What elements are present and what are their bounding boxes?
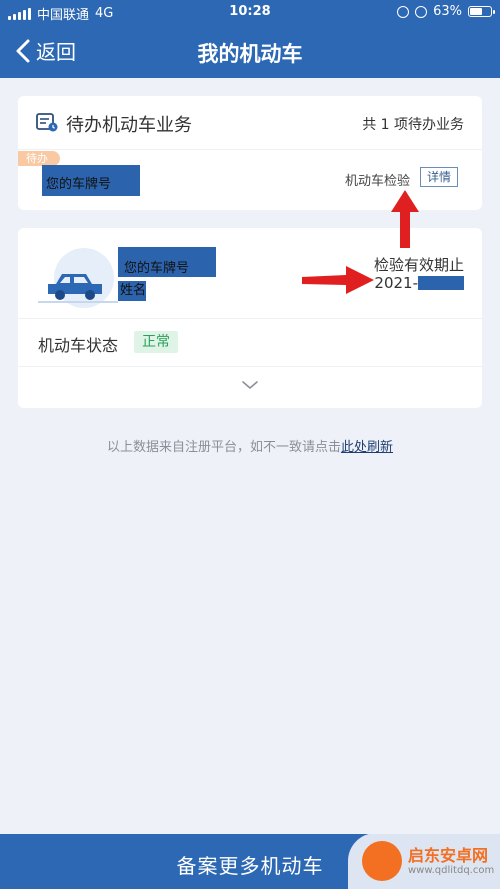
car-icon <box>38 248 118 308</box>
watermark-logo-icon <box>362 841 402 881</box>
orientation-lock-icon <box>397 5 410 18</box>
task-list-icon <box>36 113 58 132</box>
vehicle-status-badge: 正常 <box>134 331 178 353</box>
chevron-down-icon[interactable] <box>240 378 260 392</box>
todo-card-header: 待办机动车业务 共 1 项待办业务 <box>18 96 482 150</box>
owner-name-redacted: 姓名 <box>118 281 146 301</box>
annotation-arrow-up-icon <box>391 190 419 248</box>
valid-date-year: 2021- <box>374 274 418 292</box>
page-title: 我的机动车 <box>197 42 303 66</box>
status-indicators: 63% <box>397 4 495 19</box>
plate-number-redacted: 您的车牌号 <box>118 247 216 277</box>
nav-bar: 返回 我的机动车 <box>0 24 500 78</box>
battery-icon <box>468 6 495 17</box>
vehicle-card[interactable]: 您的车牌号 姓名 检验有效期止 2021- 机动车状态 正常 <box>18 228 482 408</box>
annotation-arrow-right-icon <box>302 266 374 294</box>
todo-count: 共 1 项待办业务 <box>362 117 464 133</box>
pending-badge: 待办 <box>18 151 60 166</box>
redaction-mask <box>418 276 464 290</box>
vehicle-status-label: 机动车状态 <box>38 336 119 355</box>
divider <box>18 318 482 319</box>
watermark-url: www.qdlitdq.com <box>408 865 495 876</box>
refresh-link[interactable]: 此处刷新 <box>341 440 393 455</box>
business-type: 机动车检验 <box>344 174 410 189</box>
divider <box>18 366 482 367</box>
inspection-valid-date: 2021- <box>374 274 464 292</box>
watermark-name: 启东安卓网 <box>408 846 489 865</box>
detail-button[interactable]: 详情 <box>420 167 458 187</box>
plate-number-redacted: 您的车牌号 <box>42 165 140 196</box>
battery-percent: 63% <box>433 4 462 19</box>
alarm-icon <box>415 5 428 18</box>
watermark: 启东安卓网 www.qdlitdq.com <box>348 833 500 889</box>
notice-text: 以上数据来自注册平台，如不一致请点击 <box>106 440 341 455</box>
data-source-notice: 以上数据来自注册平台，如不一致请点击此处刷新 <box>0 436 500 455</box>
todo-card-title: 待办机动车业务 <box>66 115 192 136</box>
inspection-valid-label: 检验有效期止 <box>373 256 464 274</box>
status-bar: 中国联通 4G 10:28 63% <box>0 0 500 24</box>
